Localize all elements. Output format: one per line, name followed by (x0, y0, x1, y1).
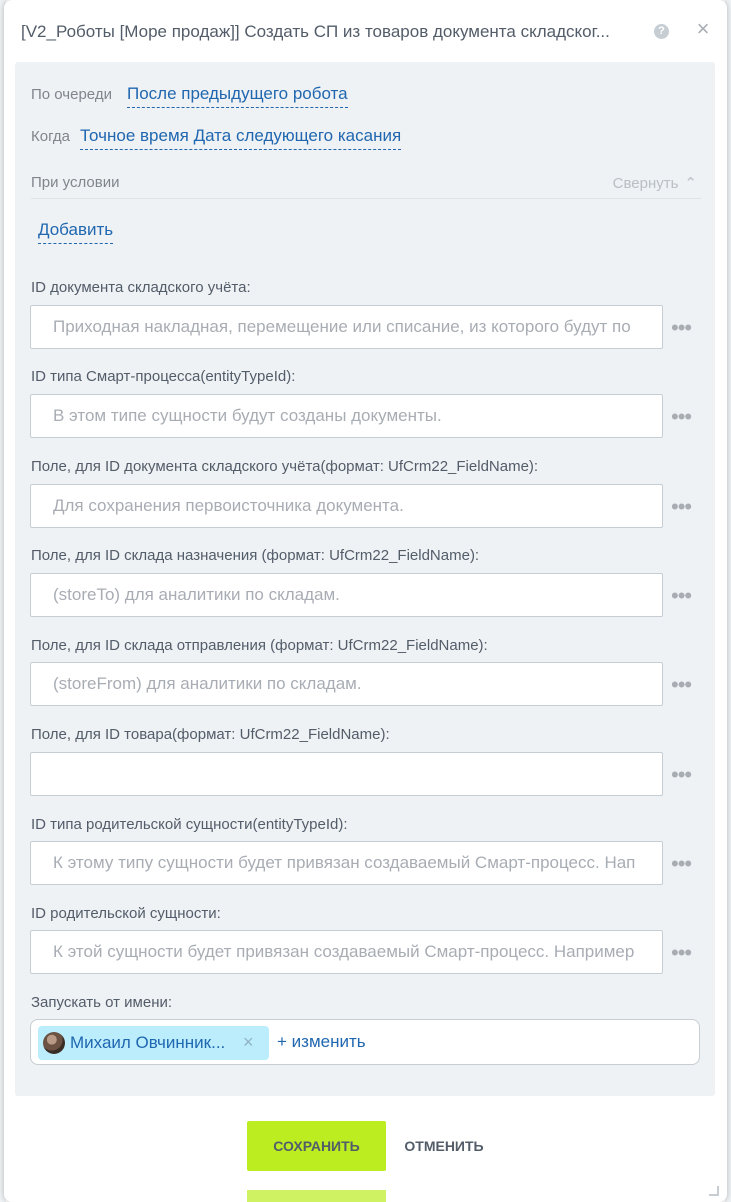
more-dots-icon[interactable]: ••• (671, 942, 695, 964)
robot-settings-dialog: [V2_Роботы [Море продаж]] Создать СП из … (4, 0, 727, 1202)
more-dots-icon[interactable]: ••• (671, 317, 695, 339)
entity-type-id-input[interactable] (30, 394, 663, 438)
field-label-store-to: Поле, для ID склада назначения (формат: … (31, 547, 480, 564)
field-label-parent-type-id: ID типа родительской сущности(entityType… (31, 816, 348, 833)
store-to-input[interactable] (30, 573, 663, 617)
run-as-selector[interactable]: Михаил Овчинник... × + изменить (30, 1019, 700, 1065)
store-from-input[interactable] (30, 662, 663, 706)
more-dots-icon[interactable]: ••• (671, 406, 695, 428)
run-as-label: Запускать от имени: (31, 994, 173, 1011)
field-label-store-from: Поле, для ID склада отправления (формат:… (31, 637, 488, 654)
field-label-parent-id: ID родительской сущности: (31, 905, 221, 922)
remove-user-icon[interactable]: × (243, 1032, 254, 1053)
when-label: Когда (31, 128, 70, 145)
more-dots-icon[interactable]: ••• (671, 853, 695, 875)
add-condition-link[interactable]: Добавить (38, 220, 114, 244)
avatar (43, 1032, 65, 1054)
queue-label: По очереди (31, 86, 112, 103)
condition-row: При условии Свернуть ⌃ (31, 172, 701, 199)
cancel-button[interactable]: ОТМЕНИТЬ (396, 1121, 492, 1171)
settings-panel: По очереди После предыдущего робота Когд… (15, 62, 715, 1096)
document-field-input[interactable] (30, 484, 663, 528)
more-dots-icon[interactable]: ••• (671, 764, 695, 786)
more-dots-icon[interactable]: ••• (671, 674, 695, 696)
field-label-document-field: Поле, для ID документа складского учёта(… (31, 458, 539, 475)
background-save-button (247, 1190, 386, 1202)
field-label-product-id: Поле, для ID товара(формат: UfCrm22_Fiel… (31, 726, 390, 743)
collapse-label: Свернуть (612, 175, 679, 192)
when-value-link[interactable]: Точное время Дата следующего касания (80, 126, 402, 150)
parent-id-input[interactable] (30, 930, 663, 974)
field-label-document-id: ID документа складского учёта: (31, 279, 251, 296)
dialog-title: [V2_Роботы [Море продаж]] Создать СП из … (21, 22, 610, 41)
collapse-button[interactable]: Свернуть ⌃ (613, 174, 697, 192)
queue-value-link[interactable]: После предыдущего робота (127, 84, 348, 108)
document-id-input[interactable] (30, 305, 663, 349)
save-button[interactable]: СОХРАНИТЬ (247, 1121, 386, 1171)
parent-type-id-input[interactable] (30, 841, 663, 885)
change-user-link[interactable]: + изменить (277, 1032, 366, 1052)
more-dots-icon[interactable]: ••• (671, 585, 695, 607)
help-icon[interactable]: ? (654, 24, 669, 39)
close-icon[interactable]: × (694, 18, 712, 40)
user-name: Михаил Овчинник... (70, 1033, 226, 1052)
chevron-up-icon: ⌃ (684, 175, 697, 192)
product-id-input[interactable] (30, 752, 663, 796)
more-dots-icon[interactable]: ••• (671, 496, 695, 518)
condition-label: При условии (31, 174, 120, 191)
user-chip[interactable]: Михаил Овчинник... × (38, 1026, 269, 1060)
field-label-entity-type-id: ID типа Смарт-процесса(entityTypeId): (31, 368, 296, 385)
resize-handle-icon[interactable] (709, 1186, 719, 1196)
